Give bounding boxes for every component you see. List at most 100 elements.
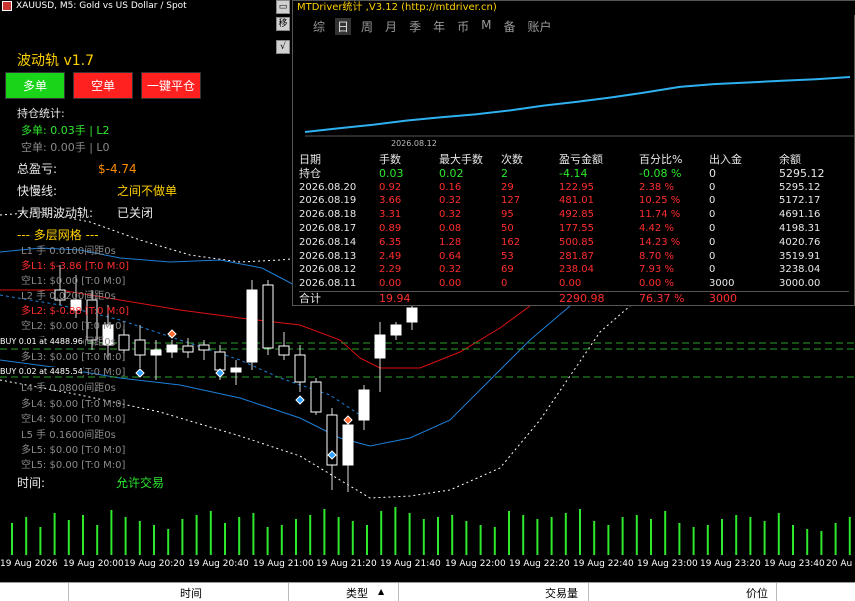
cell: 177.55	[559, 222, 594, 234]
cell: 0.02	[439, 166, 464, 180]
cell: 5295.12	[779, 181, 821, 193]
stats-tabs: 综 日 周 月 季 年 币 M 备 账户	[311, 18, 554, 35]
col-date[interactable]: 日期	[299, 153, 379, 167]
cell: 0	[709, 195, 716, 207]
stats-window: MTDriver统计 ,V3.12 (http://mtdriver.cn) 综…	[292, 0, 855, 306]
level-1-head: L1 手 0.0100间距0s	[21, 246, 116, 257]
cell: 481.01	[559, 195, 594, 207]
stats-row: 2026.08.12 2.29 0.32 69 238.04 7.93 % 0 3238.04	[299, 263, 849, 277]
total-pnl-label: 总盈亏:	[17, 162, 58, 176]
equity-curve-chart	[304, 76, 854, 137]
cell: 6.35	[379, 236, 402, 248]
cell: 0	[709, 181, 716, 193]
cell: 7.93 %	[639, 264, 674, 276]
buy-marker	[295, 395, 305, 405]
cell: 2290.98	[559, 291, 605, 305]
cell: 3000.00	[779, 278, 821, 290]
cell: 2.49	[379, 250, 402, 262]
terminal-col-price[interactable]: 价位	[746, 585, 768, 601]
cell: 0.00	[439, 278, 462, 290]
total-row: 合计 19.94 2290.98 76.37 % 3000	[299, 291, 849, 305]
stats-window-title[interactable]: MTDriver统计 ,V3.12 (http://mtdriver.cn)	[293, 1, 855, 15]
candle-body	[182, 345, 194, 353]
buy-button[interactable]: 多单	[5, 72, 65, 99]
sell-button[interactable]: 空单	[73, 72, 133, 99]
window-restore-button[interactable]: ▭	[276, 0, 290, 14]
level-2-short: 空L2: $0.00 [T:0 M:0]	[21, 321, 126, 332]
cell: 2	[501, 166, 508, 180]
time-axis-label: 19 Aug 22:20	[509, 559, 570, 569]
move-button[interactable]: 移	[276, 17, 290, 31]
tab-year[interactable]: 年	[431, 18, 447, 35]
terminal-col-volume[interactable]: 交易量	[545, 585, 578, 601]
terminal-col-type[interactable]: 类型	[346, 585, 368, 601]
tab-notes[interactable]: 备	[501, 18, 517, 35]
cell: 2026.08.11	[299, 278, 357, 290]
cell: 0.89	[379, 222, 402, 234]
cell: 53	[501, 250, 514, 262]
col-percent[interactable]: 百分比%	[639, 153, 709, 167]
cell: 29	[501, 181, 514, 193]
stats-row: 2026.08.18 3.31 0.32 95 492.85 11.74 % 0 4691.1…	[299, 208, 849, 222]
stats-row: 2026.08.11 0.00 0.00 0 0.00 0.00 % 3000 3000.00	[299, 277, 849, 291]
tab-quarter[interactable]: 季	[407, 18, 423, 35]
terminal-col-time[interactable]: 时间	[180, 585, 202, 601]
time-axis-label: 19 Aug 23:20	[700, 559, 761, 569]
cell: 50	[501, 222, 514, 234]
time-axis-label: 19 Aug 20:20	[124, 559, 185, 569]
col-deposit[interactable]: 出入金	[709, 153, 779, 167]
cell: 2026.08.12	[299, 264, 357, 276]
close-all-button[interactable]: 一键平仓	[141, 72, 201, 99]
level-5-head: L5 手 0.1600间距0s	[21, 430, 116, 441]
candle-body	[166, 344, 178, 353]
tab-summary[interactable]: 综	[311, 18, 327, 35]
candle-body	[150, 349, 162, 356]
cell: 0.92	[379, 181, 402, 193]
cell: 持仓	[299, 166, 321, 180]
position-stats-label: 持仓统计:	[17, 107, 65, 120]
tab-week[interactable]: 周	[359, 18, 375, 35]
col-balance[interactable]: 余额	[779, 153, 849, 167]
cell: 0	[709, 209, 716, 221]
col-max-lots[interactable]: 最大手数	[439, 153, 501, 167]
cell: 0.64	[439, 250, 462, 262]
stats-table: 日期 手数 最大手数 次数 盈亏金额 百分比% 出入金 余额 持仓 0.03 0…	[299, 153, 849, 306]
tab-month[interactable]: 月	[383, 18, 399, 35]
time-label: 时间:	[17, 476, 46, 490]
stats-table-header: 日期 手数 最大手数 次数 盈亏金额 百分比% 出入金 余额	[299, 153, 849, 167]
tab-account[interactable]: 账户	[525, 18, 553, 35]
candle-body	[262, 284, 274, 349]
cell: 4.42 %	[639, 222, 674, 234]
col-lots[interactable]: 手数	[379, 153, 439, 167]
candle-body	[214, 351, 226, 371]
col-pnl[interactable]: 盈亏金额	[559, 153, 639, 167]
order-line-label[interactable]: BUY 0.01 at 4488.96	[0, 337, 83, 346]
check-button[interactable]: √	[276, 40, 290, 54]
tab-magic[interactable]: M	[479, 18, 493, 35]
candle-body	[278, 345, 290, 356]
tab-currency[interactable]: 币	[455, 18, 471, 35]
cell: 3000	[709, 291, 737, 305]
candle-body	[342, 424, 354, 466]
candle-body	[134, 339, 146, 356]
level-2-long: 多L2: $-0.88 [T:0 M:0]	[21, 306, 129, 317]
time-axis-label: 19 Aug 21:40	[380, 559, 441, 569]
cell: 4198.31	[779, 222, 821, 234]
candle-body	[374, 334, 386, 359]
cell: 0.16	[439, 181, 462, 193]
tab-day[interactable]: 日	[335, 18, 352, 35]
buy-marker	[135, 368, 145, 378]
grid-header: --- 多层网格 ---	[17, 228, 99, 242]
cell	[439, 291, 501, 305]
time-axis-label: 19 Aug 21:20	[316, 559, 377, 569]
cell: 2.38 %	[639, 181, 674, 193]
level-1-long: 多L1: $-3.86 [T:0 M:0]	[21, 261, 129, 272]
stats-row: 2026.08.14 6.35 1.28 162 500.85 14.23 % 0 4020.…	[299, 236, 849, 250]
cell: 0.32	[439, 195, 462, 207]
order-line-label[interactable]: BUY 0.02 at 4485.54	[0, 367, 83, 376]
cell: 2.29	[379, 264, 402, 276]
cell	[779, 291, 849, 305]
cell: 122.95	[559, 181, 594, 193]
cell: 162	[501, 236, 521, 248]
col-count[interactable]: 次数	[501, 153, 559, 167]
